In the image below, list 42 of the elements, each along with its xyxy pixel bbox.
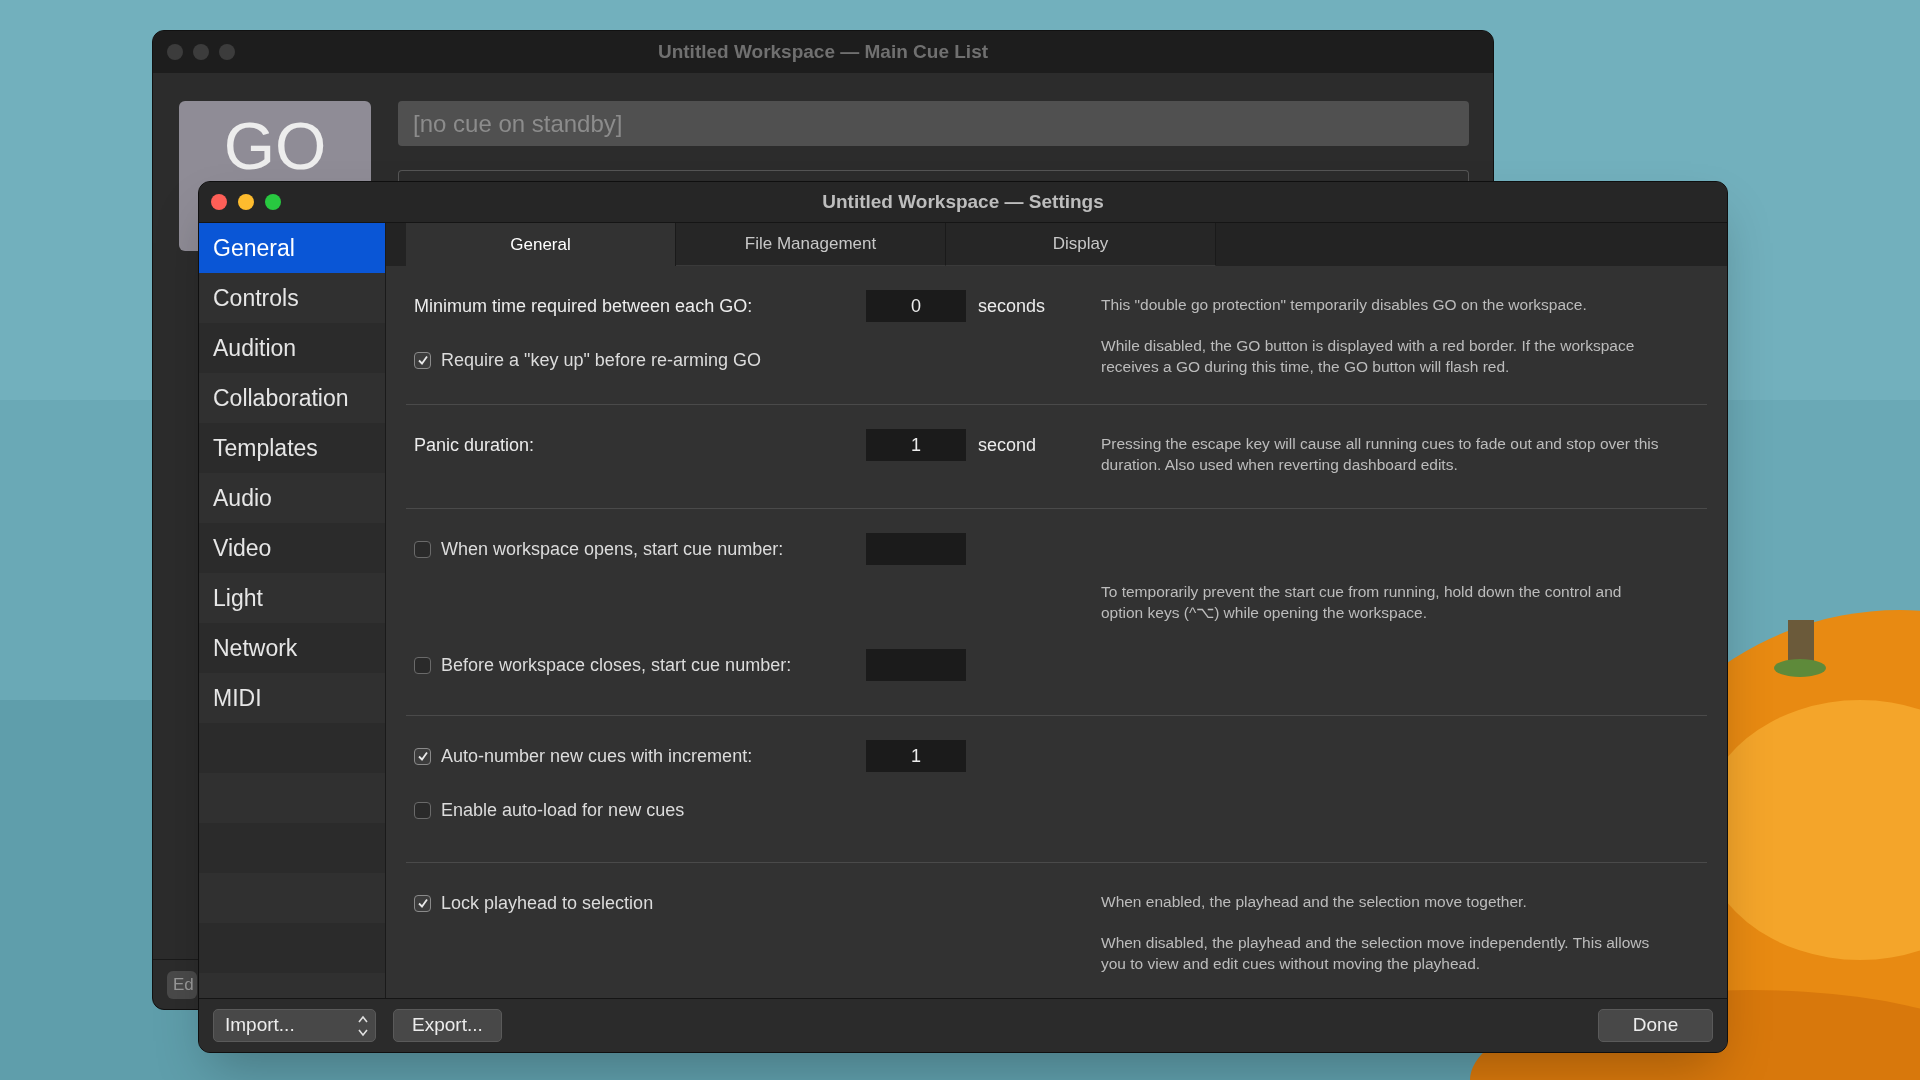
- checkbox-label: Enable auto-load for new cues: [441, 798, 685, 822]
- checkbox[interactable]: [414, 801, 431, 819]
- window-title: Untitled Workspace — Main Cue List: [656, 39, 990, 64]
- checkbox-label: Before workspace closes, start cue number:: [441, 653, 792, 677]
- help-text: Pressing the escape key will cause all running cues to fade out and stop over this duration. Also used when reverting dashboard edits.: [1101, 434, 1660, 475]
- window-title: Untitled Workspace — Settings: [821, 189, 1105, 214]
- help-text: When enabled, the playhead and the selection move together.: [1101, 892, 1528, 912]
- checkbox-label: Lock playhead to selection: [441, 891, 654, 915]
- check-icon: [416, 354, 429, 366]
- tab[interactable]: Display: [946, 223, 1216, 266]
- checkbox[interactable]: [414, 540, 431, 558]
- checkbox[interactable]: [414, 656, 431, 674]
- unit-label: seconds: [978, 294, 1046, 318]
- number-field[interactable]: 1: [866, 740, 966, 772]
- tab[interactable]: File Management: [676, 223, 946, 266]
- checkbox-label: Require a "key up" before re-arming GO: [441, 348, 761, 372]
- help-text: When disabled, the playhead and the selection move independently. This allows you to view and edit cues without moving the playhead.: [1101, 933, 1651, 974]
- help-text: To temporarily prevent the start cue from running, hold down the control and option keys (^⌥) while opening the workspace.: [1101, 582, 1623, 623]
- checkbox-label: When workspace opens, start cue number:: [441, 537, 784, 561]
- standby-field: [no cue on standby]: [398, 101, 1469, 146]
- checkbox-label: Auto-number new cues with increment:: [441, 744, 753, 768]
- help-text: This "double go protection" temporarily disables GO on the workspace.: [1101, 295, 1588, 315]
- tab[interactable]: General: [406, 223, 676, 266]
- import-select[interactable]: Import...: [213, 1009, 376, 1042]
- checkbox[interactable]: [414, 894, 431, 912]
- checkbox[interactable]: [414, 351, 431, 369]
- minimize-icon[interactable]: [238, 194, 254, 210]
- setting-label: Panic duration:: [414, 433, 536, 457]
- check-icon: [416, 750, 429, 762]
- setting-label: Minimum time required between each GO:: [414, 294, 754, 318]
- done-button[interactable]: Done: [1598, 1009, 1713, 1042]
- check-icon: [416, 897, 429, 909]
- number-field[interactable]: 0: [866, 290, 966, 322]
- unit-label: second: [978, 433, 1037, 457]
- close-icon[interactable]: [211, 194, 227, 210]
- stepper-chevron-icon: [357, 1013, 369, 1038]
- checkbox[interactable]: [414, 747, 431, 765]
- number-field[interactable]: 1: [866, 429, 966, 461]
- zoom-icon[interactable]: [265, 194, 281, 210]
- help-text: While disabled, the GO button is displayed with a red border. If the workspace receives a GO during this time, the GO button will flash red.: [1101, 336, 1636, 377]
- sidebar-item[interactable]: General: [199, 223, 385, 273]
- export-button[interactable]: Export...: [393, 1009, 502, 1042]
